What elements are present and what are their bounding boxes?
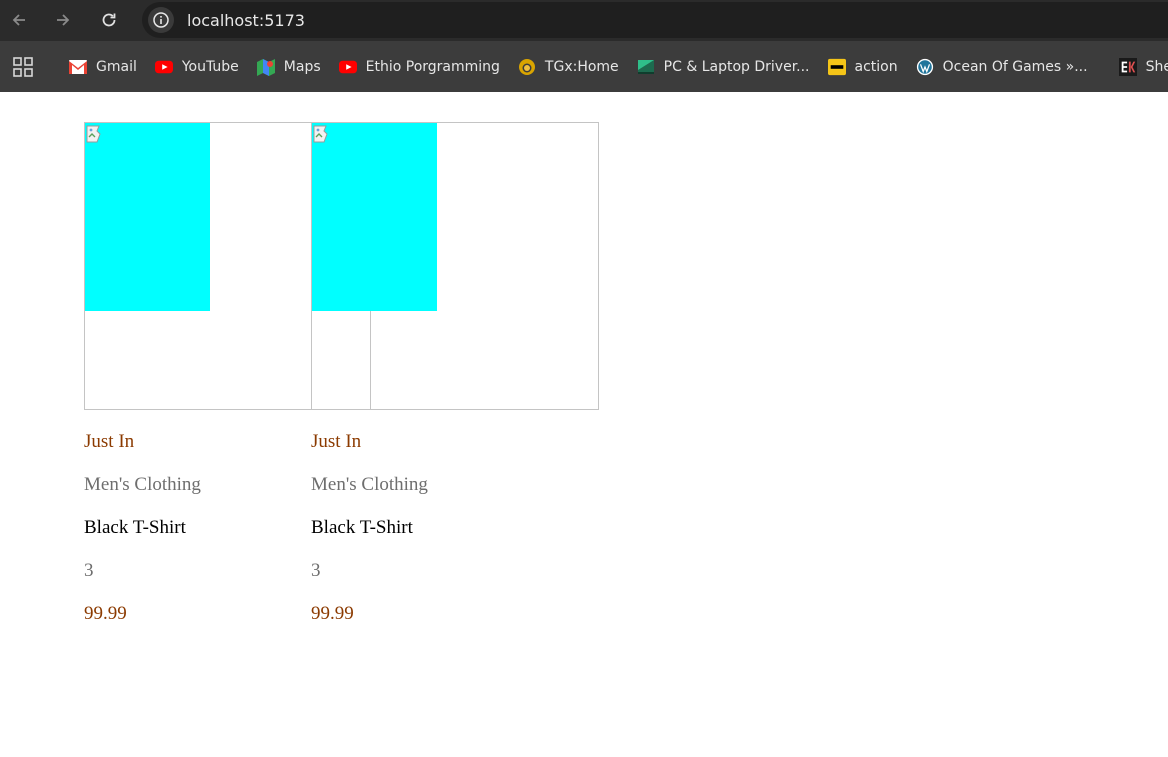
youtube-icon	[154, 58, 173, 76]
bookmark-label: Maps	[283, 58, 321, 75]
bookmark-pc-laptop-driver[interactable]: PC & Laptop Driver...	[628, 53, 819, 81]
product-image	[85, 123, 210, 311]
arrow-right-icon	[57, 14, 70, 26]
imdb-icon	[827, 58, 846, 76]
bookmark-tgx-home[interactable]: TGx:Home	[509, 53, 628, 81]
broken-image-icon	[313, 125, 328, 143]
bookmark-label: TGx:Home	[544, 58, 619, 75]
browser-toolbar: localhost:5173	[0, 0, 1168, 41]
bookmark-label: Gmail	[96, 58, 137, 75]
bookmark-label: action	[854, 58, 898, 75]
reload-button[interactable]	[95, 6, 123, 34]
bookmark-action[interactable]: action	[819, 53, 907, 81]
product-image	[312, 123, 437, 311]
url-text: localhost:5173	[187, 10, 305, 30]
product-image-frame[interactable]	[311, 122, 599, 410]
bookmark-label: PC & Laptop Driver...	[663, 58, 810, 75]
maps-icon	[256, 58, 275, 76]
youtube-icon	[338, 58, 357, 76]
product-quantity: 3	[311, 560, 321, 581]
product-tag: Just In	[84, 431, 135, 452]
reload-icon	[102, 13, 116, 27]
bookmarks-bar: Gmail YouTube Maps Ethio Porgramming TGx…	[0, 41, 1168, 92]
bookmark-label: Sheg	[1145, 58, 1168, 75]
tgx-icon	[518, 58, 536, 76]
product-tag: Just In	[311, 431, 362, 452]
bookmark-youtube[interactable]: YouTube	[146, 53, 248, 81]
product-image-frame[interactable]	[84, 122, 312, 410]
product-price: 99.99	[84, 603, 127, 624]
apps-button[interactable]	[13, 56, 33, 78]
browser-chrome: localhost:5173 Gmail YouTube Maps Ethio …	[0, 0, 1168, 92]
product-quantity: 3	[84, 560, 94, 581]
site-info-button[interactable]	[148, 7, 174, 33]
product-category: Men's Clothing	[311, 474, 428, 495]
page-content: Just In Men's Clothing Black T-Shirt 3 9…	[0, 92, 1168, 757]
product-category: Men's Clothing	[84, 474, 201, 495]
product-card[interactable]: Just In Men's Clothing Black T-Shirt 3 9…	[84, 122, 312, 624]
bookmark-label: YouTube	[181, 58, 239, 75]
back-button[interactable]	[5, 6, 33, 34]
info-icon	[153, 12, 169, 28]
bookmark-maps[interactable]: Maps	[248, 53, 330, 81]
product-name: Black T-Shirt	[311, 517, 413, 538]
bookmark-ocean-of-games[interactable]: Ocean Of Games »...	[907, 53, 1097, 81]
product-price: 99.99	[311, 603, 354, 624]
bookmark-ethio-programming[interactable]: Ethio Porgramming	[330, 53, 509, 81]
apps-grid-icon	[13, 56, 33, 77]
gmail-icon	[69, 58, 87, 76]
bookmark-label: Ocean Of Games »...	[942, 58, 1088, 75]
forward-button[interactable]	[49, 6, 77, 34]
product-name: Black T-Shirt	[84, 517, 186, 538]
image-divider	[370, 311, 371, 410]
bookmark-gmail[interactable]: Gmail	[60, 53, 146, 81]
bookmark-label: Ethio Porgramming	[365, 58, 500, 75]
address-bar[interactable]: localhost:5173	[142, 2, 1168, 38]
broken-image-icon	[86, 125, 101, 143]
wordpress-icon	[916, 58, 934, 76]
arrow-left-icon	[12, 14, 25, 26]
driver-icon	[637, 58, 655, 76]
bookmark-sheg[interactable]: Sheg	[1097, 53, 1168, 81]
product-card[interactable]: Just In Men's Clothing Black T-Shirt 3 9…	[311, 122, 599, 624]
sheg-icon	[1118, 57, 1137, 76]
